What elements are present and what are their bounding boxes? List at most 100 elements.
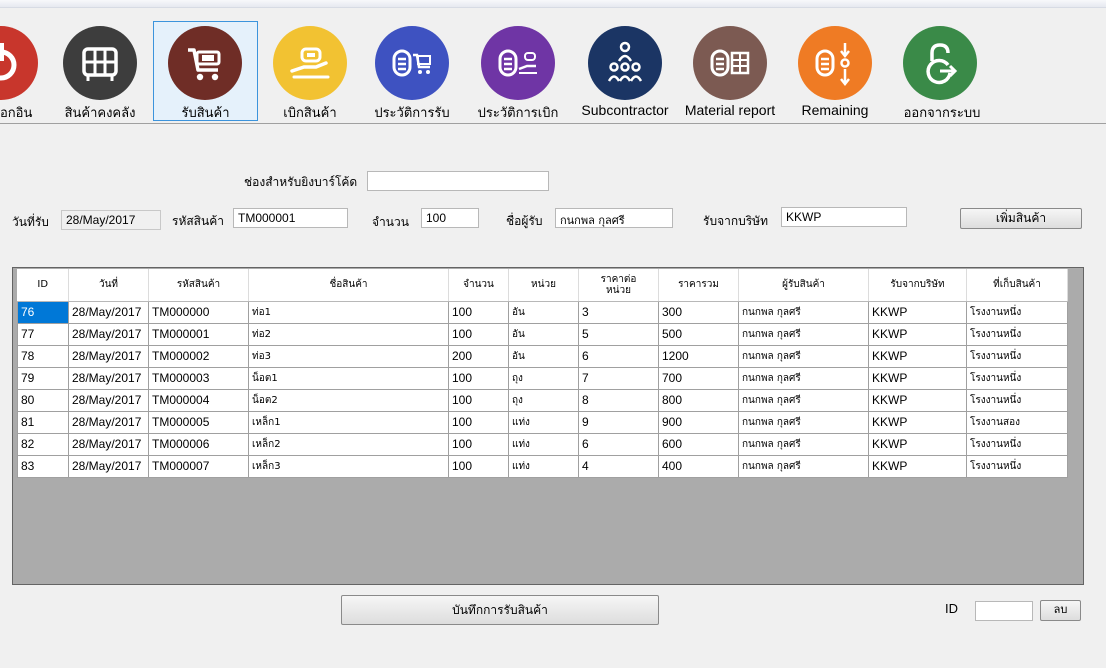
table-cell[interactable]: 28/May/2017 <box>68 367 149 390</box>
table-row[interactable]: 80 28/May/2017 TM000004 น็อต2 100 ถุง 8 800 กนกพ… <box>17 389 1068 412</box>
add-product-button[interactable]: เพิ่มสินค้า <box>960 208 1082 229</box>
table-cell[interactable]: 600 <box>658 433 739 456</box>
table-cell[interactable]: 100 <box>448 389 509 412</box>
table-cell[interactable]: 1200 <box>658 345 739 368</box>
table-cell[interactable]: TM000002 <box>148 345 249 368</box>
table-cell[interactable]: 28/May/2017 <box>68 455 149 478</box>
table-cell[interactable]: 81 <box>17 411 69 434</box>
column-header[interactable]: หน่วย <box>508 269 579 302</box>
table-row[interactable]: 82 28/May/2017 TM000006 เหล็ก2 100 แท่ง 6 600 กน… <box>17 433 1068 456</box>
table-cell[interactable]: เหล็ก3 <box>248 455 449 478</box>
column-header[interactable]: ราคารวม <box>658 269 739 302</box>
column-header[interactable]: ID <box>17 269 69 302</box>
table-cell[interactable]: ถุง <box>508 367 579 390</box>
toolbar-btn-subcontractor[interactable]: Subcontractor <box>576 22 674 122</box>
toolbar-btn-receive-history[interactable]: ประวัติการรับ <box>362 22 462 122</box>
table-cell[interactable]: KKWP <box>868 323 967 346</box>
table-cell[interactable]: อัน <box>508 323 579 346</box>
table-cell[interactable]: 100 <box>448 367 509 390</box>
toolbar-btn-receive[interactable]: รับสินค้า <box>153 21 258 121</box>
column-header[interactable]: วันที่ <box>68 269 149 302</box>
table-cell[interactable]: TM000001 <box>148 323 249 346</box>
table-row[interactable]: 79 28/May/2017 TM000003 น็อต1 100 ถุง 7 700 กนกพ… <box>17 367 1068 390</box>
table-cell[interactable]: KKWP <box>868 455 967 478</box>
table-cell[interactable]: เหล็ก1 <box>248 411 449 434</box>
id-input[interactable] <box>975 601 1033 621</box>
table-cell[interactable]: กนกพล กุลศรี <box>738 345 869 368</box>
receiver-input[interactable]: กนกพล กุลศรี <box>555 208 673 228</box>
table-cell[interactable]: โรงงานสอง <box>966 411 1068 434</box>
table-cell[interactable]: TM000000 <box>148 301 249 324</box>
product-code-input[interactable]: TM000001 <box>233 208 348 228</box>
date-field[interactable]: 28/May/2017 <box>61 210 161 230</box>
table-cell[interactable]: กนกพล กุลศรี <box>738 411 869 434</box>
toolbar-btn-issue-history[interactable]: ประวัติการเบิก <box>468 22 568 122</box>
table-cell[interactable]: ถุง <box>508 389 579 412</box>
table-cell[interactable]: โรงงานหนึ่ง <box>966 345 1068 368</box>
column-header[interactable]: รหัสสินค้า <box>148 269 249 302</box>
toolbar-btn-remaining[interactable]: Remaining <box>786 22 884 122</box>
table-cell[interactable]: กนกพล กุลศรี <box>738 455 869 478</box>
table-cell[interactable]: น็อต1 <box>248 367 449 390</box>
table-row[interactable]: 76 28/May/2017 TM000000 ท่อ1 100 อัน 3 300 กนกพล… <box>17 301 1068 324</box>
table-cell[interactable]: 4 <box>578 455 659 478</box>
table-cell[interactable]: 6 <box>578 345 659 368</box>
table-cell[interactable]: KKWP <box>868 301 967 324</box>
table-cell[interactable]: 700 <box>658 367 739 390</box>
table-cell[interactable]: 9 <box>578 411 659 434</box>
table-cell[interactable]: 80 <box>17 389 69 412</box>
table-cell[interactable]: ท่อ3 <box>248 345 449 368</box>
save-receive-button[interactable]: บันทึกการรับสินค้า <box>341 595 659 625</box>
table-cell[interactable]: 28/May/2017 <box>68 323 149 346</box>
table-cell[interactable]: อัน <box>508 345 579 368</box>
table-cell[interactable]: โรงงานหนึ่ง <box>966 301 1068 324</box>
table-cell[interactable]: 28/May/2017 <box>68 411 149 434</box>
table-cell[interactable]: KKWP <box>868 367 967 390</box>
column-header[interactable]: ราคาต่อ หน่วย <box>578 269 659 302</box>
toolbar-btn-inventory[interactable]: สินค้าคงคลัง <box>56 22 144 122</box>
table-cell[interactable]: ท่อ2 <box>248 323 449 346</box>
table-cell[interactable]: 76 <box>17 301 69 324</box>
table-cell[interactable]: กนกพล กุลศรี <box>738 367 869 390</box>
table-cell[interactable]: 3 <box>578 301 659 324</box>
table-row[interactable]: 78 28/May/2017 TM000002 ท่อ3 200 อัน 6 1200 กนกพ… <box>17 345 1068 368</box>
table-cell[interactable]: ท่อ1 <box>248 301 449 324</box>
table-cell[interactable]: โรงงานหนึ่ง <box>966 455 1068 478</box>
table-cell[interactable]: กนกพล กุลศรี <box>738 433 869 456</box>
table-cell[interactable]: น็อต2 <box>248 389 449 412</box>
table-cell[interactable]: เหล็ก2 <box>248 433 449 456</box>
table-cell[interactable]: 8 <box>578 389 659 412</box>
table-cell[interactable]: 100 <box>448 301 509 324</box>
table-cell[interactable]: 82 <box>17 433 69 456</box>
quantity-input[interactable]: 100 <box>421 208 479 228</box>
table-cell[interactable]: 79 <box>17 367 69 390</box>
table-cell[interactable]: แท่ง <box>508 455 579 478</box>
table-cell[interactable]: 28/May/2017 <box>68 301 149 324</box>
table-cell[interactable]: TM000005 <box>148 411 249 434</box>
table-cell[interactable]: TM000006 <box>148 433 249 456</box>
delete-button[interactable]: ลบ <box>1040 600 1081 621</box>
table-cell[interactable]: KKWP <box>868 345 967 368</box>
table-cell[interactable]: 900 <box>658 411 739 434</box>
barcode-input[interactable] <box>367 171 549 191</box>
table-cell[interactable]: 100 <box>448 411 509 434</box>
table-cell[interactable]: แท่ง <box>508 433 579 456</box>
table-cell[interactable]: 83 <box>17 455 69 478</box>
table-cell[interactable]: โรงงานหนึ่ง <box>966 367 1068 390</box>
column-header[interactable]: จำนวน <box>448 269 509 302</box>
column-header[interactable]: ชื่อสินค้า <box>248 269 449 302</box>
table-cell[interactable]: อัน <box>508 301 579 324</box>
table-cell[interactable]: KKWP <box>868 389 967 412</box>
table-cell[interactable]: 28/May/2017 <box>68 345 149 368</box>
table-cell[interactable]: โรงงานหนึ่ง <box>966 323 1068 346</box>
table-cell[interactable]: 6 <box>578 433 659 456</box>
table-row[interactable]: 77 28/May/2017 TM000001 ท่อ2 100 อัน 5 500 กนกพล… <box>17 323 1068 346</box>
toolbar-btn-login[interactable]: อกอิน <box>0 22 50 122</box>
table-cell[interactable]: กนกพล กุลศรี <box>738 301 869 324</box>
table-cell[interactable]: 200 <box>448 345 509 368</box>
table-cell[interactable]: 77 <box>17 323 69 346</box>
table-row[interactable]: 81 28/May/2017 TM000005 เหล็ก1 100 แท่ง 9 900 กน… <box>17 411 1068 434</box>
table-cell[interactable]: กนกพล กุลศรี <box>738 323 869 346</box>
table-cell[interactable]: แท่ง <box>508 411 579 434</box>
table-row[interactable]: 83 28/May/2017 TM000007 เหล็ก3 100 แท่ง 4 400 กน… <box>17 455 1068 478</box>
